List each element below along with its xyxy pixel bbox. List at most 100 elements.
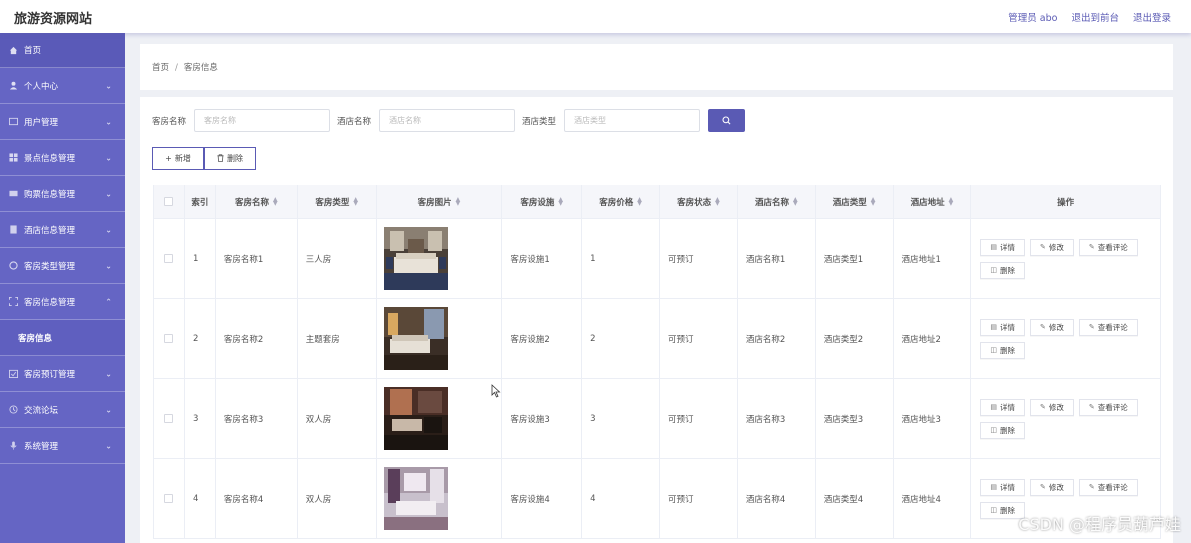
sidebar-item-user-management[interactable]: 用户管理 ⌄: [0, 104, 125, 140]
view-comments-button[interactable]: ✎ 查看评论: [1078, 318, 1138, 336]
sidebar-item-attraction-management[interactable]: 景点信息管理 ⌄: [0, 140, 125, 176]
sidebar-item-label: 客房类型管理: [24, 261, 76, 272]
tag-icon: [9, 261, 18, 270]
edit-label: 修改: [1048, 322, 1064, 332]
detail-label: 详情: [1000, 242, 1016, 252]
view-comments-button[interactable]: ✎ 查看评论: [1078, 398, 1138, 416]
select-all-checkbox[interactable]: [164, 197, 174, 206]
admin-user-link[interactable]: 管理员 abo: [1008, 10, 1057, 24]
sort-icon: ▲ ▼: [715, 195, 720, 207]
header-status[interactable]: 客房状态 ▲ ▼: [660, 185, 738, 218]
sidebar-item-label: 用户管理: [24, 117, 59, 128]
edit-button[interactable]: ✎ 修改: [1030, 478, 1074, 496]
header-hotel-address[interactable]: 酒店地址 ▲ ▼: [894, 185, 972, 218]
hotel-name-input[interactable]: 酒店名称: [379, 109, 516, 132]
row-checkbox-cell: [154, 379, 185, 458]
header-room-image[interactable]: 客房图片 ▲ ▼: [377, 185, 503, 218]
cell-room-name: 客房名称2: [216, 299, 298, 378]
sidebar-item-booking-management[interactable]: 客房预订管理 ⌄: [0, 356, 125, 392]
room-photo[interactable]: [383, 387, 448, 450]
sidebar-item-forum[interactable]: 交流论坛 ⌄: [0, 392, 125, 428]
header-hotel-type[interactable]: 酒店类型 ▲ ▼: [816, 185, 894, 218]
view-comments-button[interactable]: ✎ 查看评论: [1078, 478, 1138, 496]
sidebar-item-personal-center[interactable]: 个人中心 ⌄: [0, 68, 125, 104]
view-comments-button[interactable]: ✎ 查看评论: [1078, 238, 1138, 256]
row-checkbox[interactable]: [164, 494, 174, 503]
cell-hotel-address: 酒店地址3: [894, 379, 972, 458]
add-button[interactable]: + 新增: [152, 147, 204, 170]
sidebar-item-home[interactable]: 首页: [0, 33, 125, 68]
sidebar-item-label: 系统管理: [24, 441, 59, 452]
sidebar-item-hotel-management[interactable]: 酒店信息管理 ⌄: [0, 212, 125, 248]
row-checkbox[interactable]: [164, 414, 174, 423]
pencil-icon: ✎: [1040, 323, 1046, 331]
detail-button[interactable]: ▤ 详情: [980, 318, 1026, 336]
user-icon: [9, 81, 18, 90]
detail-button[interactable]: ▤ 详情: [980, 398, 1026, 416]
sidebar-item-room-info-management[interactable]: 客房信息管理 ⌃: [0, 284, 125, 320]
main-panel: 客房名称 客房名称 酒店名称 酒店名称 酒店类型 酒店类型 + 新增 删除 索引…: [140, 97, 1173, 543]
delete-label: 删除: [1000, 265, 1016, 275]
hotel-type-label: 酒店类型: [522, 116, 557, 127]
select-all-checkbox-cell: [154, 185, 185, 218]
header-hotel-name[interactable]: 酒店名称 ▲ ▼: [738, 185, 816, 218]
breadcrumb-home[interactable]: 首页: [152, 63, 169, 73]
delete-button[interactable]: ◫ 删除: [980, 341, 1026, 359]
header-facilities[interactable]: 客房设施 ▲ ▼: [502, 185, 583, 218]
cell-index: 2: [185, 299, 216, 378]
cell-price: 2: [582, 299, 661, 378]
sort-icon: ▲ ▼: [870, 195, 876, 207]
sort-icon: ▲ ▼: [558, 195, 564, 207]
delete-label: 删除: [1000, 505, 1016, 515]
detail-button[interactable]: ▤ 详情: [980, 478, 1026, 496]
expand-icon: [9, 297, 18, 306]
hotel-type-input[interactable]: 酒店类型: [564, 109, 701, 132]
cell-room-type: 主题套房: [298, 299, 377, 378]
delete-button[interactable]: ◫ 删除: [980, 261, 1026, 279]
plus-icon: +: [165, 154, 172, 163]
sort-icon: ▲ ▼: [455, 195, 461, 207]
row-checkbox[interactable]: [164, 334, 174, 343]
logout-link[interactable]: 退出登录: [1133, 10, 1171, 24]
cell-index: 1: [185, 219, 216, 298]
table-row: 2 客房名称2 主题套房 客房设施2 2 可预订 酒店名称2 酒店类型2 酒店地…: [154, 299, 1160, 379]
detail-button[interactable]: ▤ 详情: [980, 238, 1026, 256]
edit-button[interactable]: ✎ 修改: [1030, 318, 1074, 336]
cell-actions: ▤ 详情 ✎ 修改 ✎ 查看评论 ◫ 删除: [971, 219, 1160, 298]
cell-hotel-address: 酒店地址1: [894, 219, 972, 298]
header-actions-label: 操作: [1057, 197, 1075, 208]
table-row: 4 客房名称4 双人房 客房设施4 4 可预订 酒店名称4 酒店类型4 酒店地址…: [154, 459, 1160, 539]
sidebar-item-system-management[interactable]: 系统管理 ⌄: [0, 428, 125, 464]
header-room-type[interactable]: 客房类型 ▲ ▼: [298, 185, 377, 218]
breadcrumb-panel: 首页 / 客房信息: [140, 44, 1173, 90]
room-photo[interactable]: [383, 227, 448, 290]
cell-room-image: [377, 379, 503, 458]
breadcrumb-current: 客房信息: [183, 63, 218, 73]
cell-status: 可预订: [660, 219, 738, 298]
cell-status: 可预订: [660, 459, 738, 538]
edit-button[interactable]: ✎ 修改: [1030, 398, 1074, 416]
row-checkbox[interactable]: [164, 254, 174, 263]
delete-button[interactable]: ◫ 删除: [980, 421, 1026, 439]
room-name-input[interactable]: 客房名称: [194, 109, 331, 132]
search-button[interactable]: [708, 109, 746, 132]
sort-icon: ▲ ▼: [792, 195, 798, 207]
room-photo[interactable]: [383, 467, 448, 530]
sidebar-item-room-type-management[interactable]: 客房类型管理 ⌄: [0, 248, 125, 284]
sidebar: 首页 个人中心 ⌄ 用户管理 ⌄ 景点信息管理 ⌄ 购票信息管理 ⌄ 酒店信息管…: [0, 33, 125, 543]
header-room-type-label: 客房类型: [315, 197, 350, 208]
back-to-front-link[interactable]: 退出到前台: [1071, 10, 1119, 24]
header-price[interactable]: 客房价格 ▲ ▼: [582, 185, 660, 218]
view-comments-label: 查看评论: [1097, 322, 1128, 332]
view-comments-label: 查看评论: [1097, 242, 1128, 252]
breadcrumb: 首页 / 客房信息: [152, 61, 218, 73]
trash-icon: ◫: [990, 266, 998, 274]
batch-delete-button[interactable]: 删除: [204, 147, 256, 170]
edit-button[interactable]: ✎ 修改: [1030, 238, 1074, 256]
header-room-name[interactable]: 客房名称 ▲ ▼: [216, 185, 298, 218]
room-photo[interactable]: [383, 307, 448, 370]
table-header: 索引 客房名称 ▲ ▼ 客房类型 ▲ ▼ 客房图片 ▲ ▼ 客房设施 ▲ ▼ 客房价格 ▲ ▼ 客房…: [154, 185, 1160, 219]
header-room-name-label: 客房名称: [234, 197, 269, 208]
sidebar-item-ticket-management[interactable]: 购票信息管理 ⌄: [0, 176, 125, 212]
sidebar-subitem-room-info[interactable]: 客房信息: [0, 320, 125, 356]
